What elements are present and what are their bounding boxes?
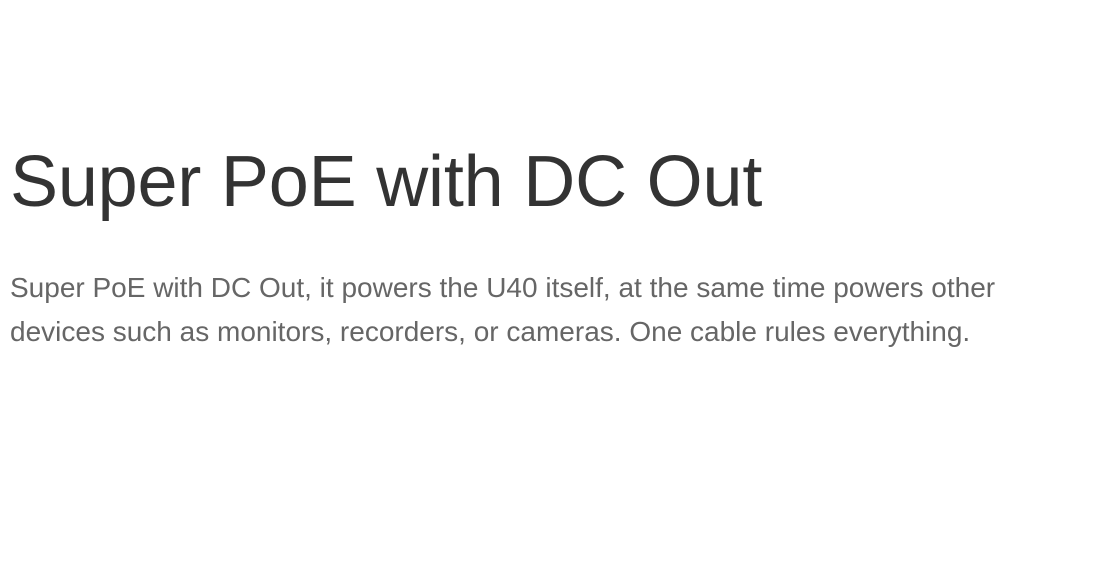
feature-section: Super PoE with DC Out Super PoE with DC …: [10, 138, 1010, 354]
feature-description: Super PoE with DC Out, it powers the U40…: [10, 272, 996, 347]
feature-heading: Super PoE with DC Out: [10, 142, 763, 222]
